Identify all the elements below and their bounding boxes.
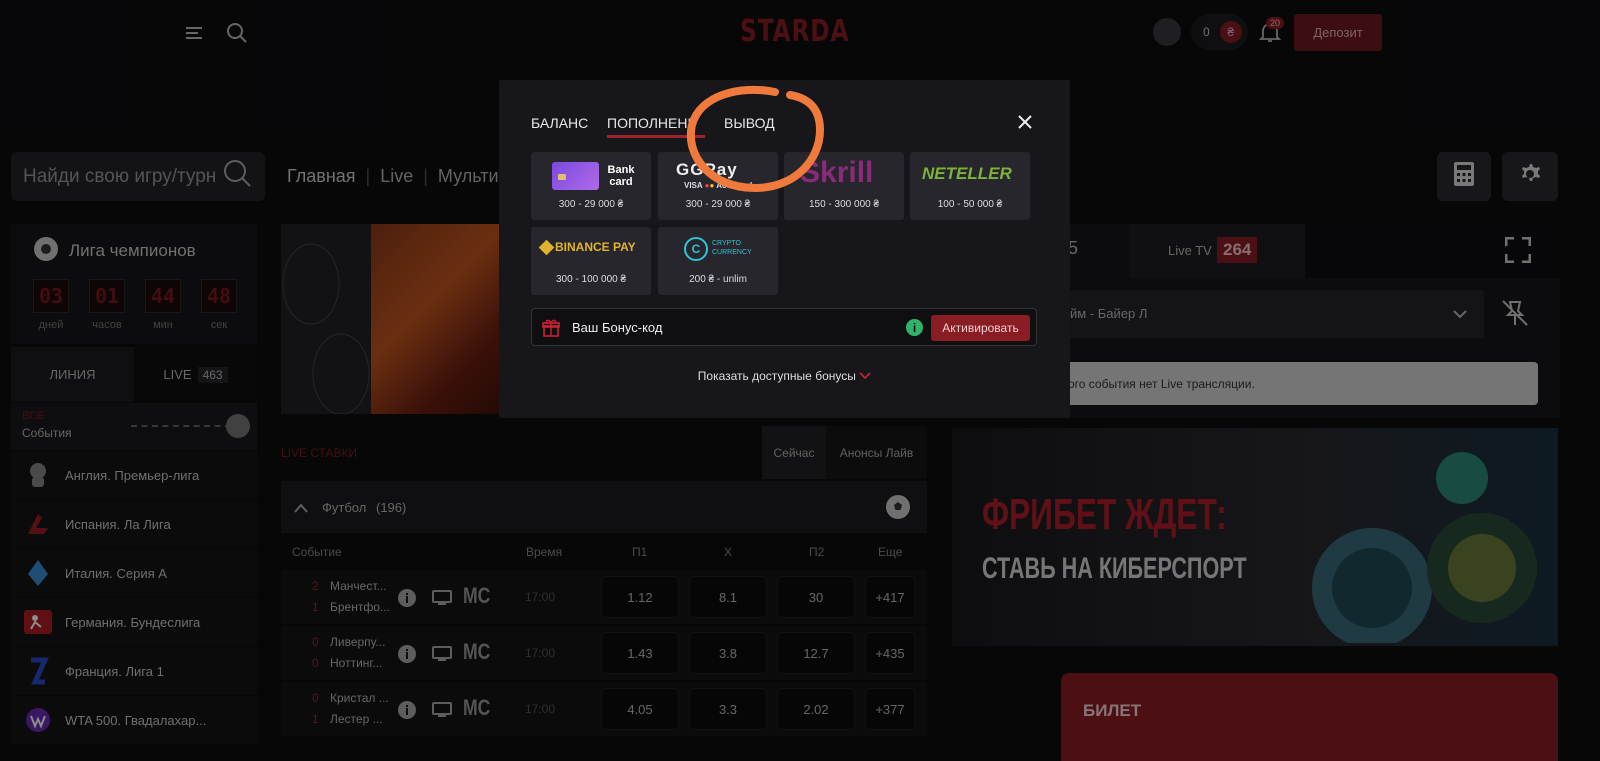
payment-method-bank-card[interactable]: Bank card 300 - 29 000 ₴	[531, 152, 651, 220]
chevron-down-icon	[859, 369, 871, 383]
bonus-code-field[interactable]: Ваш Бонус-код i Активировать	[531, 308, 1037, 346]
tab-balance[interactable]: БАЛАНС	[531, 115, 588, 131]
card-icon	[552, 162, 599, 190]
method-limits: 100 - 50 000 ₴	[937, 199, 1003, 210]
payment-method-binance-pay[interactable]: BINANCE PAY 300 - 100 000 ₴	[531, 227, 651, 295]
method-limits: 300 - 29 000 ₴	[685, 199, 751, 210]
method-limits: 300 - 29 000 ₴	[558, 199, 624, 210]
annotation-circle	[680, 80, 830, 200]
method-name: BINANCE PAY	[555, 240, 636, 254]
binance-icon	[538, 239, 555, 256]
method-name: NETELLER	[922, 164, 1012, 183]
payment-method-neteller[interactable]: NETELLER 100 - 50 000 ₴	[910, 152, 1030, 220]
activate-button[interactable]: Активировать	[931, 315, 1030, 341]
show-bonuses-link[interactable]: Показать доступные бонусы	[499, 369, 1070, 383]
method-limits: 200 ₴ - unlim	[689, 274, 747, 285]
bonus-code-input[interactable]: Ваш Бонус-код	[572, 320, 662, 335]
payment-method-crypto[interactable]: C CRYPTO CURRENCY 200 ₴ - unlim	[658, 227, 778, 295]
gift-icon	[542, 319, 560, 342]
method-name: Bank card	[607, 164, 635, 188]
info-icon[interactable]: i	[906, 319, 923, 336]
close-icon[interactable]	[1017, 114, 1033, 135]
crypto-coin-icon: C	[684, 237, 708, 261]
method-limits: 150 - 300 000 ₴	[808, 199, 880, 210]
method-name: CRYPTO CURRENCY	[712, 240, 752, 256]
method-limits: 300 - 100 000 ₴	[555, 274, 627, 285]
